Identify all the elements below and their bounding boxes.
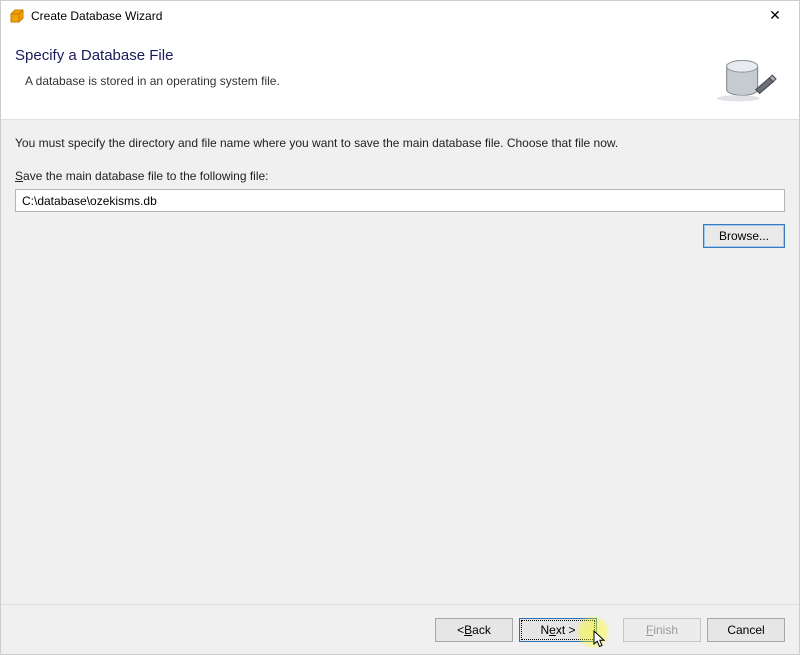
close-button[interactable]: ✕ [755,2,795,30]
next-rest: xt > [556,623,576,637]
window-title: Create Database Wizard [31,9,162,23]
wizard-footer: < Back Next > Finish Cancel [1,604,799,654]
wizard-content: You must specify the directory and file … [1,120,799,604]
back-rest: ack [472,623,491,637]
finish-rest: inish [653,623,678,637]
header-text-block: Specify a Database File A database is st… [15,45,280,88]
instruction-text: You must specify the directory and file … [15,135,785,151]
file-path-input[interactable] [15,189,785,212]
mnemonic-b: B [719,229,727,243]
next-prefix: N [540,623,549,637]
file-path-label-rest: ave the main database file to the follow… [23,169,268,183]
database-file-icon [717,45,779,107]
finish-button: Finish [623,618,701,642]
browse-button[interactable]: Browse... [703,224,785,248]
titlebar-left: Create Database Wizard [9,8,162,24]
mnemonic-finish: F [646,623,653,637]
browse-label-rest: rowse... [727,229,769,243]
cancel-button[interactable]: Cancel [707,618,785,642]
file-path-label: Save the main database file to the follo… [15,169,785,183]
app-icon [9,8,25,24]
page-title: Specify a Database File [15,47,280,64]
close-icon: ✕ [769,7,781,24]
mnemonic-back: B [464,623,472,637]
browse-row: Browse... [15,224,785,248]
mnemonic-s: S [15,169,23,183]
wizard-header: Specify a Database File A database is st… [1,31,799,120]
cancel-label: Cancel [727,623,764,637]
back-button[interactable]: < Back [435,618,513,642]
titlebar: Create Database Wizard ✕ [1,1,799,31]
next-button[interactable]: Next > [519,618,597,642]
back-prefix: < [457,623,464,637]
mnemonic-next: e [549,623,556,637]
page-subtitle: A database is stored in an operating sys… [15,74,280,88]
